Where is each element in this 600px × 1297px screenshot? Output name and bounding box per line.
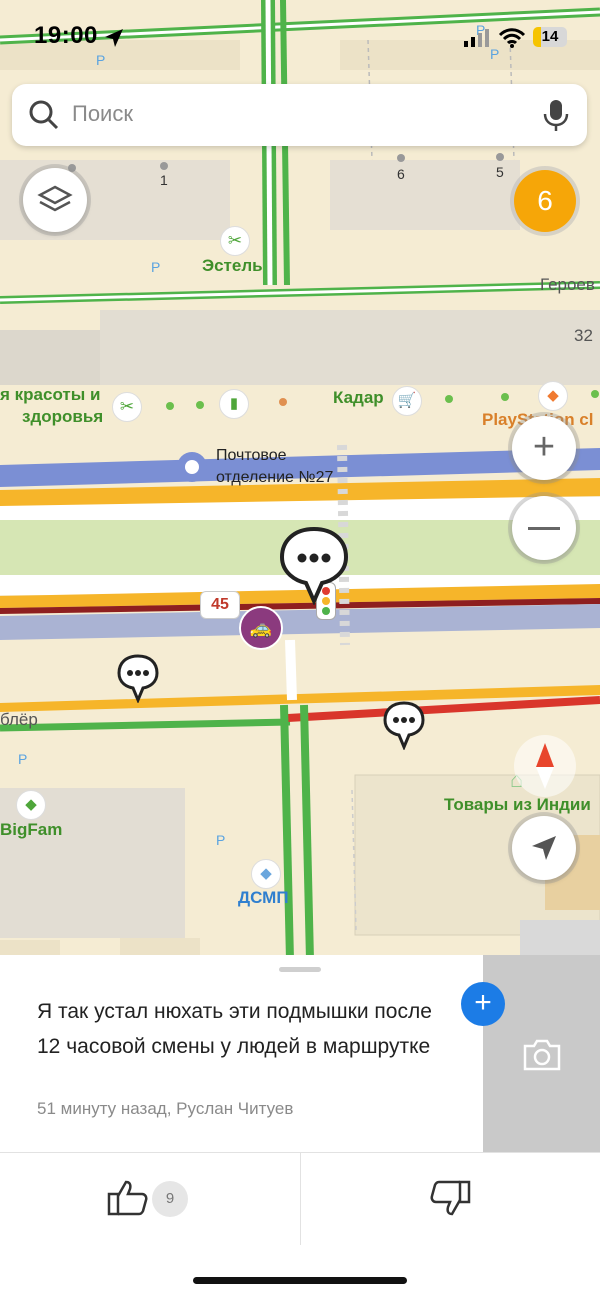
camera-icon	[523, 1039, 561, 1071]
diamond-icon[interactable]: ◆	[538, 381, 568, 411]
battery-level: 14	[541, 28, 559, 45]
paint-roller-icon[interactable]: ▮	[219, 389, 249, 419]
street-label-left: блёр	[0, 710, 38, 729]
house-number-32: 32	[574, 326, 593, 345]
poi-post-office-line2[interactable]: отделение №27	[216, 469, 333, 487]
poi-goods-india[interactable]: Товары из Индии	[444, 795, 591, 815]
taxi-icon[interactable]: 🚕	[239, 606, 283, 650]
road-event-chat-icon[interactable]	[116, 653, 160, 703]
poi-bigfam[interactable]: BigFam	[0, 820, 62, 840]
search-input[interactable]: Поиск	[72, 101, 133, 127]
search-icon	[29, 100, 59, 130]
cellular-signal-icon	[464, 29, 489, 47]
plus-icon: +	[532, 426, 556, 468]
location-arrow-icon	[105, 29, 123, 47]
road-event-chat-icon[interactable]	[382, 700, 426, 750]
poi-dsmp[interactable]: ДСМП	[238, 888, 289, 908]
add-photo-area[interactable]	[483, 955, 600, 1153]
wifi-icon	[498, 28, 526, 48]
microphone-icon[interactable]	[542, 98, 570, 134]
likes-count: 9	[152, 1181, 188, 1217]
scissors-icon[interactable]: ✂	[112, 392, 142, 422]
house-number: 6	[397, 166, 405, 182]
report-text: Я так устал нюхать эти подмышки после 12…	[37, 1000, 432, 1058]
diamond-icon[interactable]: ◆	[251, 859, 281, 889]
thumbs-down-icon[interactable]	[428, 1178, 472, 1218]
battery-icon: 14	[533, 27, 567, 47]
road-event-chat-icon[interactable]	[278, 525, 350, 605]
house-number: 5	[496, 164, 504, 180]
sheet-drag-handle[interactable]	[279, 967, 321, 972]
search-bar[interactable]: Поиск	[12, 84, 587, 146]
street-label-geroev: Героев	[540, 275, 595, 294]
status-bar: 19:00 14	[0, 0, 600, 70]
shopping-cart-icon[interactable]: 🛒	[392, 386, 422, 416]
diamond-icon[interactable]: ◆	[16, 790, 46, 820]
parking-label: P	[18, 751, 28, 767]
poi-estel[interactable]: Эстель	[202, 256, 263, 276]
compass-button[interactable]	[514, 735, 576, 797]
poi-beauty-line1[interactable]: я красоты и	[0, 385, 100, 405]
report-meta: 51 минуту назад, Руслан Читуев	[37, 1099, 294, 1118]
poi-kadar[interactable]: Кадар	[333, 388, 384, 408]
navigation-arrow-icon	[532, 836, 556, 860]
home-indicator	[193, 1277, 407, 1284]
thumbs-up-icon[interactable]	[106, 1178, 150, 1218]
traffic-level-badge[interactable]: 6	[514, 170, 576, 232]
layers-icon	[37, 185, 73, 212]
post-office-pin[interactable]	[177, 452, 207, 482]
my-location-button[interactable]	[512, 816, 576, 880]
parking-label: P	[216, 832, 226, 848]
compass-icon	[536, 743, 554, 789]
plus-icon: +	[474, 986, 492, 1019]
house-number: 1	[160, 172, 168, 188]
zoom-in-button[interactable]: +	[512, 416, 576, 480]
zoom-out-button[interactable]	[512, 496, 576, 560]
poi-post-office-line1[interactable]: Почтовое	[216, 447, 287, 465]
speed-limit-sign: 45	[200, 591, 240, 619]
status-time: 19:00	[34, 22, 98, 49]
divider	[300, 1153, 301, 1245]
layers-button[interactable]	[23, 168, 87, 232]
minus-icon	[528, 527, 560, 530]
parking-label: P	[151, 259, 161, 275]
add-button[interactable]: +	[461, 982, 505, 1026]
poi-beauty-line2[interactable]: здоровья	[22, 407, 103, 427]
scissors-icon[interactable]: ✂	[220, 226, 250, 256]
